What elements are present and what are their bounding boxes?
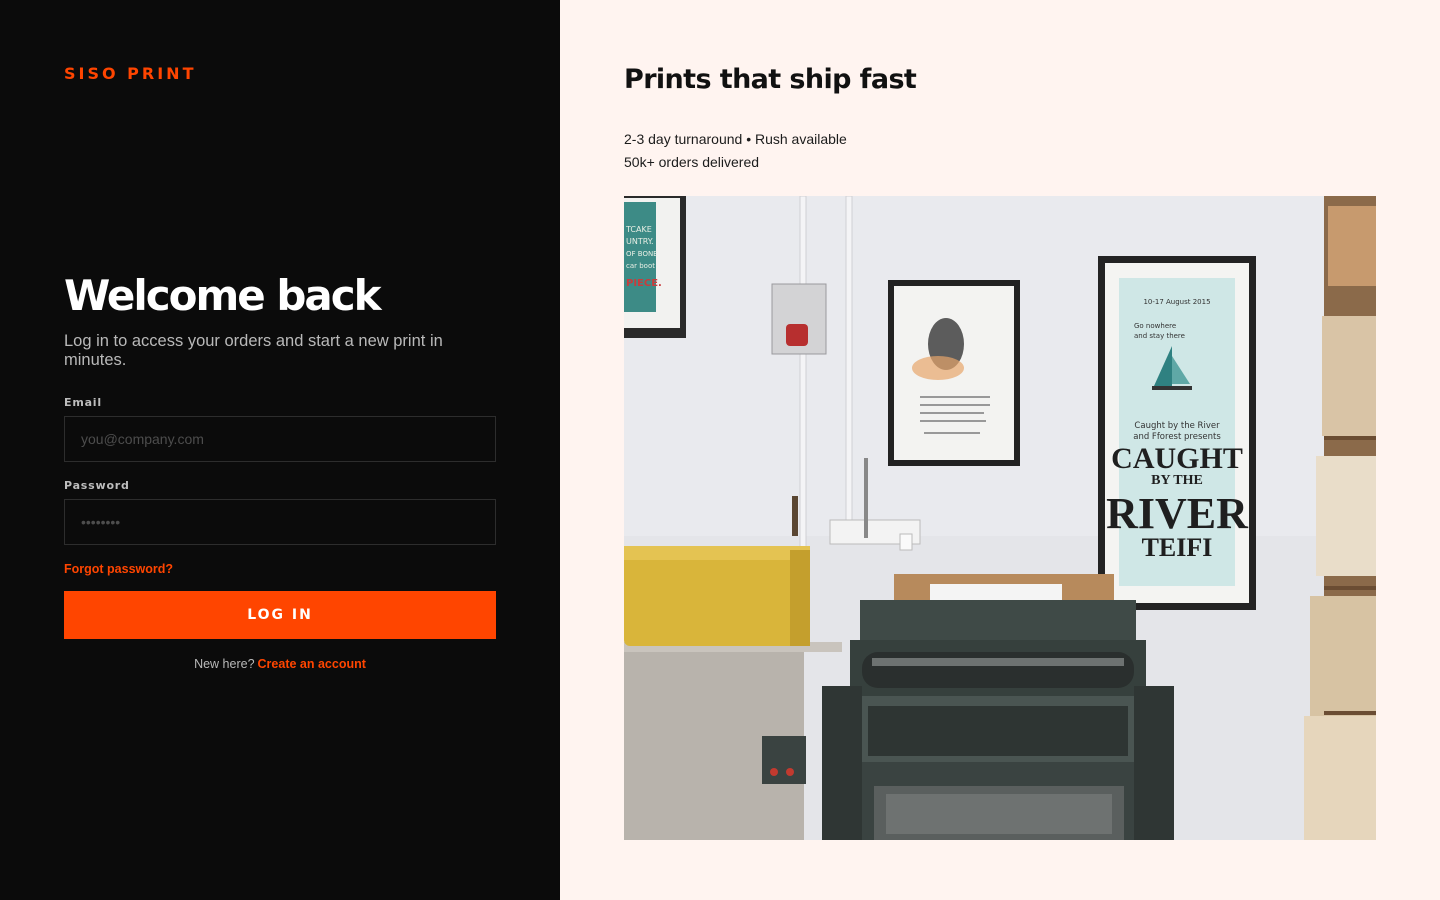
create-account-link[interactable]: Create an account bbox=[258, 657, 366, 671]
login-panel: SISO PRINT Welcome back Log in to access… bbox=[0, 0, 560, 900]
brand-logo[interactable]: SISO PRINT bbox=[64, 64, 196, 83]
poster-word-by-the: BY THE bbox=[1151, 473, 1203, 488]
forgot-password-link[interactable]: Forgot password? bbox=[64, 562, 173, 576]
poster-word-river: RIVER bbox=[1106, 489, 1249, 538]
print-shop-illustration: TCAKE UNTRY. OF BONE car boot PIECE. 10-… bbox=[624, 196, 1376, 840]
password-label: Password bbox=[64, 479, 130, 492]
cat-print-frame bbox=[888, 280, 1020, 466]
poster-word-caught: CAUGHT bbox=[1111, 442, 1243, 475]
river-poster-frame: 10-17 August 2015 Go nowhere and stay th… bbox=[1098, 256, 1256, 610]
password-field[interactable] bbox=[64, 499, 496, 545]
poster-tagline-2: and stay there bbox=[1134, 332, 1185, 340]
left-poster-line-5: PIECE. bbox=[626, 278, 662, 289]
yellow-crate bbox=[624, 546, 810, 646]
left-poster-line-1: TCAKE bbox=[625, 225, 652, 234]
promo-line-orders: 50k+ orders delivered bbox=[624, 154, 760, 170]
login-subtitle: Log in to access your orders and start a… bbox=[64, 332, 443, 369]
page-title: Welcome back bbox=[64, 271, 382, 320]
poster-intro-1: Caught by the River bbox=[1134, 421, 1220, 431]
signup-prompt-text: New here? bbox=[194, 657, 255, 671]
left-poster-line-4: car boot bbox=[626, 262, 655, 270]
left-poster-line-2: UNTRY. bbox=[626, 237, 654, 246]
email-field[interactable] bbox=[64, 416, 496, 462]
left-poster-line-3: OF BONE bbox=[626, 250, 658, 258]
print-shop-photo: TCAKE UNTRY. OF BONE car boot PIECE. 10-… bbox=[624, 196, 1376, 840]
login-button[interactable]: LOG IN bbox=[64, 591, 496, 639]
login-form: Welcome back Log in to access your order… bbox=[64, 270, 496, 671]
promo-panel: Prints that ship fast 2-3 day turnaround… bbox=[560, 0, 1440, 900]
poster-date: 10-17 August 2015 bbox=[1143, 298, 1210, 306]
promo-title: Prints that ship fast bbox=[624, 64, 917, 95]
left-poster: TCAKE UNTRY. OF BONE car boot PIECE. bbox=[624, 196, 686, 338]
promo-stats: 2-3 day turnaround • Rush available 50k+… bbox=[624, 128, 847, 174]
poster-tagline-1: Go nowhere bbox=[1134, 322, 1176, 330]
email-label: Email bbox=[64, 396, 102, 409]
poster-word-teifi: TEIFI bbox=[1142, 533, 1213, 562]
promo-line-turnaround: 2-3 day turnaround • Rush available bbox=[624, 131, 847, 147]
poster-intro-2: and Fforest presents bbox=[1133, 432, 1221, 442]
signup-prompt: New here? Create an account bbox=[64, 657, 496, 671]
